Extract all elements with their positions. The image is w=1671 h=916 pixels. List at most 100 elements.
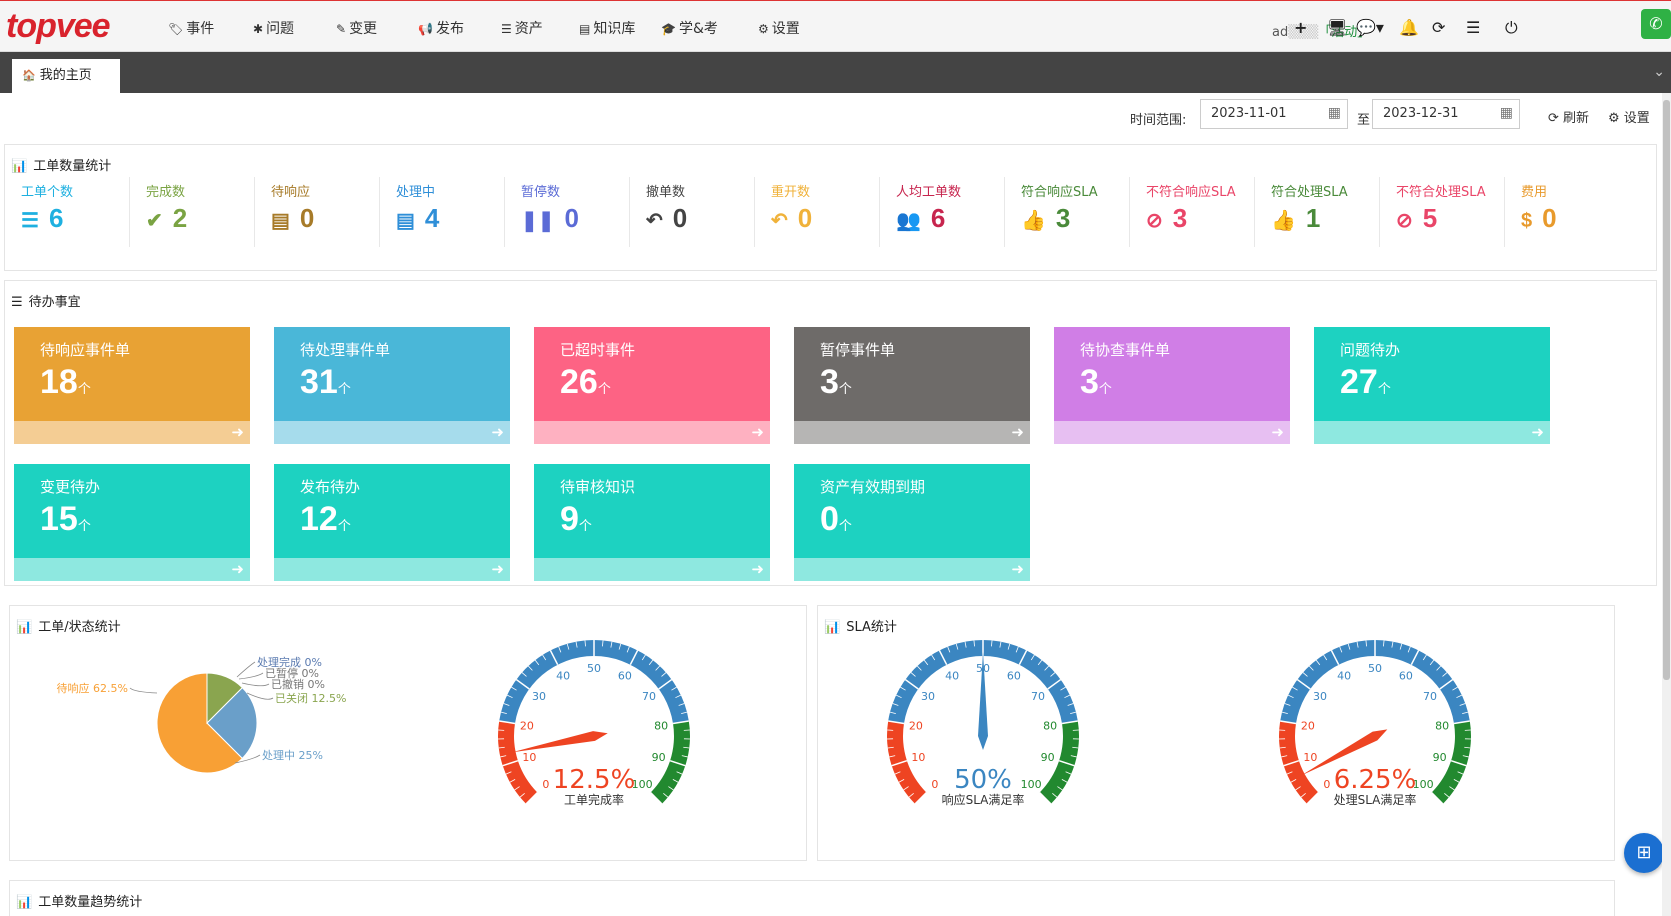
gauge-tick-label: 60 (1399, 669, 1413, 682)
menu-icon[interactable]: ☰ (1466, 18, 1480, 37)
tab-home[interactable]: 🏠 我的主页 (12, 59, 120, 93)
nav-item-learn-exam[interactable]: 🎓 学&考 (661, 18, 718, 38)
arrow-right-icon[interactable]: ➜ (491, 560, 504, 578)
book-icon: ▤ (579, 22, 591, 36)
stat-label: 暂停数 (521, 185, 561, 200)
scrollbar-thumb[interactable] (1663, 100, 1670, 680)
todo-card-footer[interactable]: ➜ (1314, 421, 1550, 444)
stat-item[interactable]: 暂停数 ❚❚ 0 (505, 177, 630, 247)
stat-number: 0 (564, 203, 579, 233)
end-date-input[interactable]: 2023-12-31 ▦ (1372, 99, 1520, 129)
arrow-right-icon[interactable]: ➜ (231, 560, 244, 578)
todo-card-count: 18个 (40, 363, 91, 401)
ban-icon: ⊘ (1396, 210, 1413, 232)
refresh-icon[interactable]: ⟳ (1432, 18, 1445, 37)
todo-card[interactable]: 问题待办 27个 ➜ (1314, 327, 1550, 444)
chevron-double-down-icon[interactable]: ⌄ (1653, 64, 1665, 80)
todo-panel: ☰ 待办事宜 待响应事件单 18个 ➜ 待处理事件单 31个 ➜ 已超时事件 26个 ➜ 暂停事件单… (4, 280, 1657, 586)
stat-label: 重开数 (771, 185, 811, 200)
stat-item[interactable]: 费用 $0 (1505, 177, 1630, 247)
pie-label: 处理中 25% (262, 749, 323, 762)
stat-label: 不符合响应SLA (1146, 185, 1236, 200)
todo-card[interactable]: 资产有效期到期 0个 ➜ (794, 464, 1030, 581)
stat-item[interactable]: 符合响应SLA 👍 3 (1005, 177, 1130, 247)
plus-icon[interactable]: + (1294, 18, 1307, 37)
todo-card[interactable]: 待处理事件单 31个 ➜ (274, 327, 510, 444)
monitor-icon[interactable]: 🖥 (1327, 18, 1347, 37)
stat-value: ▤ 4 (396, 203, 439, 234)
arrow-right-icon[interactable]: ➜ (751, 560, 764, 578)
todo-card-footer[interactable]: ➜ (534, 558, 770, 581)
nav-item-problem[interactable]: ✱ 问题 (253, 18, 294, 38)
undo-icon: ↶ (646, 210, 663, 232)
pencil-icon: ✎ (336, 22, 347, 36)
arrow-right-icon[interactable]: ➜ (1011, 560, 1024, 578)
nav-item-settings[interactable]: ⚙ 设置 (758, 18, 800, 38)
todo-card[interactable]: 变更待办 15个 ➜ (14, 464, 250, 581)
todo-card-footer[interactable]: ➜ (274, 421, 510, 444)
nav-item-change[interactable]: ✎ 变更 (336, 18, 377, 38)
gauge-tick-label: 60 (618, 669, 632, 682)
stat-item[interactable]: 不符合处理SLA ⊘ 5 (1380, 177, 1505, 247)
stat-item[interactable]: 撤单数 ↶ 0 (630, 177, 755, 247)
nav-item-incident[interactable]: 🏷 事件 (168, 18, 214, 38)
stat-item[interactable]: 完成数 ✔ 2 (130, 177, 255, 247)
gauge-tick-label: 10 (911, 751, 925, 764)
arrow-right-icon[interactable]: ➜ (491, 423, 504, 441)
stat-value: 👥 6 (896, 203, 945, 234)
chat-icon[interactable]: 💬▾ (1356, 18, 1384, 37)
grid-apps-icon[interactable]: ⊞ (1624, 833, 1664, 873)
todo-card-footer[interactable]: ➜ (274, 558, 510, 581)
stat-number: 3 (1055, 203, 1071, 233)
brand-logo[interactable]: topvee (6, 7, 111, 46)
todo-card-footer[interactable]: ➜ (794, 421, 1030, 444)
arrow-right-icon[interactable]: ➜ (1271, 423, 1284, 441)
todo-card[interactable]: 已超时事件 26个 ➜ (534, 327, 770, 444)
settings-button[interactable]: ⚙ 设置 (1608, 107, 1650, 126)
todo-card-footer[interactable]: ➜ (534, 421, 770, 444)
stat-item[interactable]: 待响应 ▤ 0 (255, 177, 380, 247)
phone-icon[interactable]: ✆ (1641, 9, 1671, 39)
todo-card[interactable]: 待协查事件单 3个 ➜ (1054, 327, 1290, 444)
nav-item-knowledge[interactable]: ▤ 知识库 (579, 18, 635, 38)
todo-card-footer[interactable]: ➜ (14, 558, 250, 581)
todo-card-count: 15个 (40, 500, 91, 538)
arrow-right-icon[interactable]: ➜ (751, 423, 764, 441)
arrow-right-icon[interactable]: ➜ (1011, 423, 1024, 441)
todo-card-footer[interactable]: ➜ (1054, 421, 1290, 444)
stat-item[interactable]: 符合处理SLA 👍 1 (1255, 177, 1380, 247)
stat-item[interactable]: 重开数 ↶ 0 (755, 177, 880, 247)
power-icon[interactable]: ⏻ (1505, 18, 1518, 38)
todo-card-footer[interactable]: ➜ (14, 421, 250, 444)
stat-label: 费用 (1521, 185, 1548, 200)
calendar-icon[interactable]: ▦ (1500, 105, 1513, 121)
todo-card-footer[interactable]: ➜ (794, 558, 1030, 581)
gauge-tick-label: 40 (1337, 669, 1351, 682)
stat-value: ✔ 2 (146, 203, 187, 234)
arrow-right-icon[interactable]: ➜ (231, 423, 244, 441)
stat-item[interactable]: 工单个数 ☰ 6 (5, 177, 130, 247)
arrow-right-icon[interactable]: ➜ (1531, 423, 1544, 441)
stat-label: 符合处理SLA (1271, 185, 1348, 200)
start-date-input[interactable]: 2023-11-01 ▦ (1200, 99, 1348, 129)
todo-card[interactable]: 发布待办 12个 ➜ (274, 464, 510, 581)
gear-icon: ⚙ (1608, 111, 1624, 126)
nav-item-asset[interactable]: ☰ 资产 (501, 18, 543, 38)
todo-card[interactable]: 待响应事件单 18个 ➜ (14, 327, 250, 444)
gauge-tick-label: 100 (1021, 778, 1042, 791)
bell-icon[interactable]: 🔔 (1399, 18, 1419, 37)
home-icon: 🏠 (22, 69, 36, 82)
stat-item[interactable]: 人均工单数 👥 6 (880, 177, 1005, 247)
refresh-button[interactable]: ⟳ 刷新 (1548, 107, 1589, 126)
todo-card[interactable]: 暂停事件单 3个 ➜ (794, 327, 1030, 444)
todo-card[interactable]: 待审核知识 9个 ➜ (534, 464, 770, 581)
stat-value: ❚❚ 0 (521, 203, 579, 234)
stat-item[interactable]: 不符合响应SLA ⊘ 3 (1130, 177, 1255, 247)
nav-item-release[interactable]: 📢 发布 (418, 18, 464, 38)
gauge-tick-label: 30 (921, 690, 935, 703)
pie-label: 已关闭 12.5% (275, 691, 346, 705)
stat-item[interactable]: 处理中 ▤ 4 (380, 177, 505, 247)
stat-number: 0 (797, 203, 813, 233)
stat-value: ↶ 0 (771, 203, 812, 234)
calendar-icon[interactable]: ▦ (1328, 105, 1341, 121)
